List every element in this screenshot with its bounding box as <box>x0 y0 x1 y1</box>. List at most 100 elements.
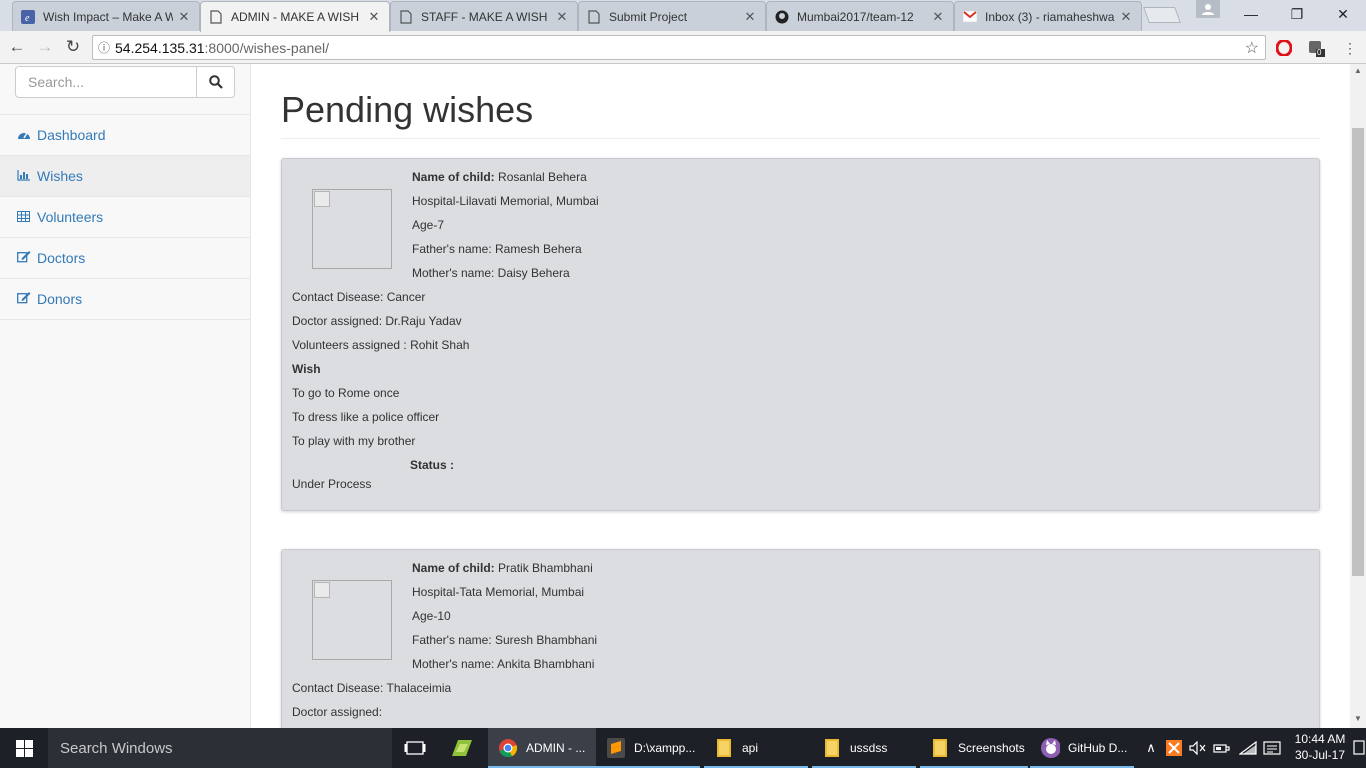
url-path: :8000/wishes-panel/ <box>204 39 330 56</box>
tab-staff[interactable]: STAFF - MAKE A WISH I ✕ <box>390 1 578 31</box>
wish-card: Name of child: Rosanlal Behera Hospital-… <box>281 158 1320 511</box>
taskbar-item-label: Screenshots <box>958 741 1025 755</box>
address-bar[interactable]: ⓘ 54.254.135.31:8000/wishes-panel/ ☆ <box>92 35 1266 60</box>
xampp-tray-icon[interactable] <box>1164 728 1184 768</box>
edit-icon <box>17 291 37 307</box>
forward-icon[interactable]: → <box>32 35 58 59</box>
clock[interactable]: 10:44 AM 30-Jul-17 <box>1290 731 1350 763</box>
sidebar-item-label: Volunteers <box>37 209 104 225</box>
taskbar-item-github-desktop[interactable]: GitHub D... <box>1030 728 1134 768</box>
close-tab-icon[interactable]: ✕ <box>1119 9 1133 25</box>
tab-gmail[interactable]: Inbox (3) - riamaheshwa ✕ <box>954 1 1142 31</box>
opera-extension-icon[interactable] <box>1274 38 1294 58</box>
vertical-scrollbar[interactable]: ▲ ▼ <box>1350 64 1366 728</box>
github-desktop-icon <box>1040 738 1060 758</box>
taskbar-item-chrome[interactable]: ADMIN - ... <box>488 728 596 768</box>
taskbar-item-label: D:\xampp... <box>634 741 696 755</box>
info-icon[interactable]: ⓘ <box>93 39 115 56</box>
search-icon <box>208 75 223 89</box>
chrome-icon <box>498 738 518 758</box>
close-window-icon[interactable]: ✕ <box>1320 0 1366 28</box>
action-center-icon[interactable] <box>1352 728 1366 768</box>
taskbar-item-label: ussdss <box>850 741 888 755</box>
tab-title: ADMIN - MAKE A WISH <box>231 10 360 24</box>
taskbar-item-api[interactable]: api <box>704 728 808 768</box>
page-icon <box>209 10 223 24</box>
sidebar-item-doctors[interactable]: Doctors <box>0 238 250 279</box>
bar-chart-icon <box>17 169 37 184</box>
tab-wish-impact[interactable]: e Wish Impact – Make A W ✕ <box>12 1 200 31</box>
folder-icon <box>714 738 734 758</box>
url-host: 54.254.135.31 <box>115 39 205 56</box>
sidebar-item-donors[interactable]: Donors <box>0 279 250 320</box>
sidebar-item-label: Doctors <box>37 250 86 266</box>
taskbar-search[interactable]: Search Windows <box>48 728 392 768</box>
sidebar-item-dashboard[interactable]: Dashboard <box>0 115 250 156</box>
close-tab-icon[interactable]: ✕ <box>555 9 569 25</box>
status-value: Under Process <box>292 477 372 491</box>
sidebar: Dashboard Wishes Volunteers Doctors Dono… <box>0 64 251 728</box>
profile-icon[interactable] <box>1196 0 1220 18</box>
status-label: Status : <box>410 458 455 472</box>
close-tab-icon[interactable]: ✕ <box>743 9 757 25</box>
wish-item: To dress like a police officer <box>292 410 440 424</box>
tab-title: Submit Project <box>609 9 688 24</box>
power-icon[interactable] <box>1212 728 1232 768</box>
tab-title: Inbox (3) - riamaheshwa <box>985 9 1115 24</box>
child-name-value: Pratik Bhambhani <box>498 561 593 575</box>
windows-start-icon[interactable] <box>0 728 48 768</box>
tab-submit-project[interactable]: Submit Project ✕ <box>578 1 766 31</box>
wish-item: To go to Rome once <box>292 386 400 400</box>
tab-title: Mumbai2017/team-12 <box>797 9 914 24</box>
reload-icon[interactable]: ↻ <box>60 35 86 59</box>
app-icon[interactable] <box>450 728 474 768</box>
edit-icon <box>17 250 37 266</box>
sidebar-nav: Dashboard Wishes Volunteers Doctors Dono… <box>0 114 250 320</box>
tab-title: STAFF - MAKE A WISH I <box>421 9 551 24</box>
child-name-label: Name of child: <box>412 561 495 575</box>
new-tab-button[interactable] <box>1143 7 1181 23</box>
sidebar-item-wishes[interactable]: Wishes <box>0 156 250 197</box>
child-name: Name of child: Pratik Bhambhani <box>412 561 593 575</box>
close-tab-icon[interactable]: ✕ <box>177 9 191 25</box>
sidebar-search <box>15 66 235 98</box>
wifi-icon[interactable] <box>1238 728 1258 768</box>
taskbar-item-label: api <box>742 741 759 755</box>
tab-github[interactable]: Mumbai2017/team-12 ✕ <box>766 1 954 31</box>
taskbar-item-ussdss[interactable]: ussdss <box>812 728 916 768</box>
sublime-icon <box>606 738 626 758</box>
scroll-down-icon[interactable]: ▼ <box>1350 714 1366 726</box>
sidebar-item-volunteers[interactable]: Volunteers <box>0 197 250 238</box>
wish-item: To play with my brother <box>292 434 416 448</box>
svg-text:e: e <box>25 13 30 24</box>
page-icon <box>399 9 413 24</box>
task-view-icon[interactable] <box>404 728 426 768</box>
close-tab-icon[interactable]: ✕ <box>367 9 381 25</box>
menu-icon[interactable]: ⋮ <box>1340 38 1360 58</box>
hospital: Hospital-Lilavati Memorial, Mumbai <box>412 194 599 208</box>
mother-name: Mother's name: Ankita Bhambhani <box>412 657 595 671</box>
extension-badge: 0 <box>1317 48 1322 57</box>
extension-icon[interactable]: 0 <box>1306 38 1326 58</box>
volume-muted-icon[interactable] <box>1188 728 1208 768</box>
language-icon[interactable] <box>1262 728 1282 768</box>
taskbar-item-sublime[interactable]: D:\xampp... <box>596 728 700 768</box>
disease: Contact Disease: Thalaceimia <box>292 681 452 695</box>
folder-icon <box>822 738 842 758</box>
taskbar-item-screenshots[interactable]: Screenshots <box>920 728 1028 768</box>
bookmark-star-icon[interactable]: ☆ <box>1245 38 1259 58</box>
scrollbar-thumb[interactable] <box>1352 128 1364 576</box>
restore-icon[interactable]: ❐ <box>1274 0 1320 28</box>
back-icon[interactable]: ← <box>4 35 30 59</box>
search-input[interactable] <box>15 66 197 98</box>
volunteers-assigned: Volunteers assigned : Rohit Shah <box>292 338 470 352</box>
tab-title: Wish Impact – Make A W <box>43 9 173 24</box>
show-hidden-icons-icon[interactable]: ∧ <box>1142 728 1160 768</box>
hospital: Hospital-Tata Memorial, Mumbai <box>412 585 585 599</box>
scroll-up-icon[interactable]: ▲ <box>1350 66 1366 78</box>
tab-admin[interactable]: ADMIN - MAKE A WISH ✕ <box>200 1 390 32</box>
browser-tab-strip: e Wish Impact – Make A W ✕ ADMIN - MAKE … <box>0 0 1366 32</box>
minimize-icon[interactable]: — <box>1228 0 1274 28</box>
search-button[interactable] <box>197 66 235 98</box>
close-tab-icon[interactable]: ✕ <box>931 9 945 25</box>
